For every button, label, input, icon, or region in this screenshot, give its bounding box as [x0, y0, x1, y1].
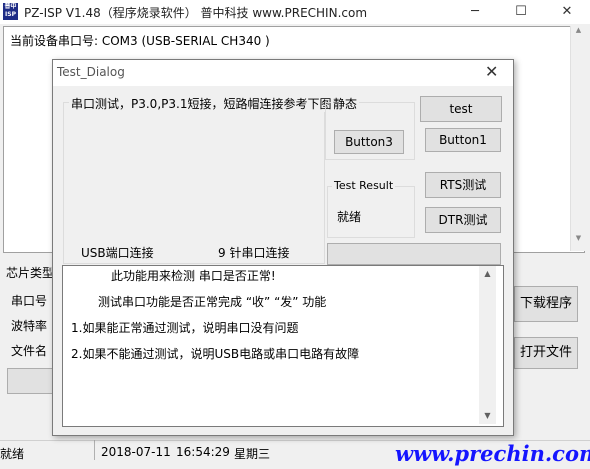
serial-test-group — [63, 102, 325, 264]
usb-connect-label: USB端口连接 — [81, 246, 154, 260]
dialog-title: Test_Dialog — [57, 65, 125, 79]
button1[interactable]: Button1 — [425, 128, 501, 152]
test-dialog: Test_Dialog ✕ 串口测试，P3.0,P3.1短接，短路帽连接参考下图… — [52, 59, 514, 436]
port-area-scrollbar[interactable]: ▲ ▼ — [570, 26, 585, 251]
app-icon: 普中 ISP — [3, 3, 18, 20]
maximize-button[interactable]: ☐ — [498, 0, 544, 24]
serial-test-label: 串口测试，P3.0,P3.1短接，短路帽连接参考下图 — [69, 95, 334, 112]
message-scrollbar[interactable]: ▲ ▼ — [479, 266, 496, 424]
window-title: PZ-ISP V1.48（程序烧录软件） 普中科技 www.PRECHIN.co… — [24, 6, 368, 20]
status-date: 2018-07-11 — [101, 445, 171, 459]
status-text: 就绪 — [0, 447, 25, 461]
dtr-test-button[interactable]: DTR测试 — [425, 207, 501, 233]
status-time: 16:54:29 — [176, 445, 230, 459]
nine-pin-connect-label: 9 针串口连接 — [218, 246, 290, 260]
message-line: 2.如果不能通过测试，说明USB电路或串口电路有故障 — [71, 347, 360, 361]
download-button[interactable]: 下载程序 — [514, 286, 578, 322]
minimize-button[interactable]: ─ — [452, 0, 498, 24]
scroll-up-icon[interactable]: ▲ — [479, 266, 496, 282]
serial-port-label: 串口号 — [11, 294, 48, 308]
status-weekday: 星期三 — [234, 447, 271, 461]
open-file-button[interactable]: 打开文件 — [514, 337, 578, 369]
scroll-up-icon[interactable]: ▲ — [572, 26, 585, 40]
status-divider — [94, 440, 95, 460]
test-button[interactable]: test — [420, 96, 502, 122]
test-result-label: Test Result — [332, 179, 396, 192]
message-line: 1.如果能正常通过测试，说明串口没有问题 — [71, 321, 299, 335]
button3[interactable]: Button3 — [334, 130, 404, 154]
port-label: 当前设备串口号: COM3 (USB-SERIAL CH340 ) — [10, 34, 270, 48]
brand-url: www.prechin.com — [395, 441, 590, 466]
message-line: 测试串口功能是否正常完成 “收” “发” 功能 — [98, 295, 327, 309]
close-button[interactable]: ✕ — [544, 0, 590, 24]
message-line: 此功能用来检测 串口是否正常! — [111, 269, 276, 283]
scroll-down-icon[interactable]: ▼ — [479, 408, 496, 424]
baud-rate-label: 波特率 — [11, 319, 48, 333]
test-result-value: 就绪 — [337, 210, 362, 224]
blank-button[interactable] — [327, 243, 501, 265]
static-group-label: 静态 — [331, 95, 360, 112]
chip-type-label: 芯片类型 — [6, 266, 55, 280]
rts-test-button[interactable]: RTS测试 — [425, 172, 501, 198]
scroll-down-icon[interactable]: ▼ — [572, 234, 585, 248]
file-name-label: 文件名 — [11, 344, 48, 358]
dialog-close-icon[interactable]: ✕ — [485, 62, 498, 81]
